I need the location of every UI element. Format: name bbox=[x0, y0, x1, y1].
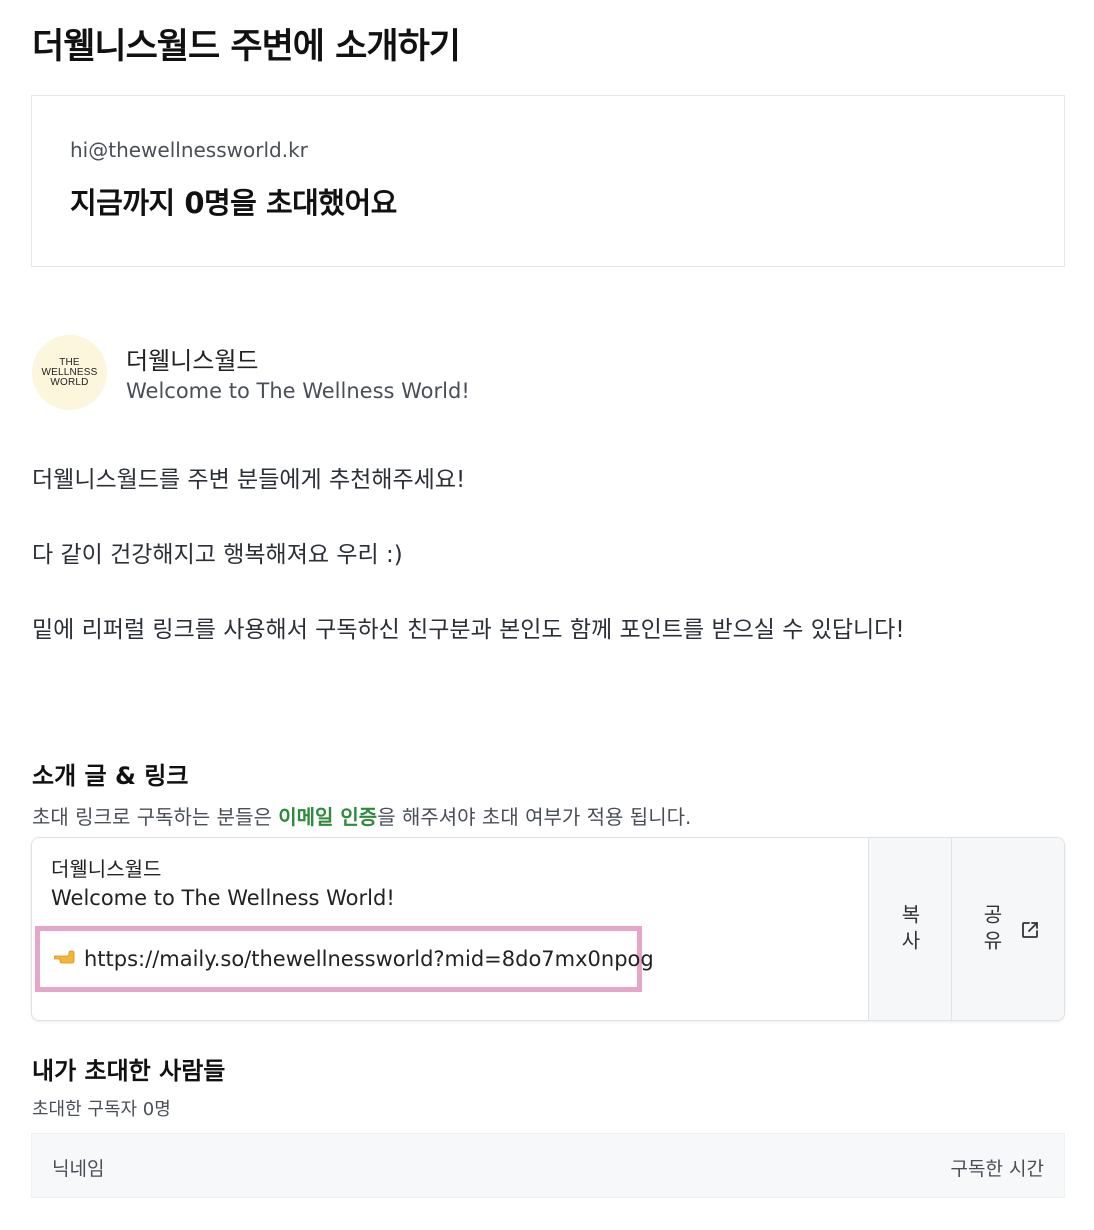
copy-button[interactable]: 복사 bbox=[868, 838, 951, 1020]
email-verification-highlight: 이메일 인증 bbox=[278, 805, 378, 829]
intro-line-3: 밑에 리퍼럴 링크를 사용해서 구독하신 친구분과 본인도 함께 포인트를 받으… bbox=[32, 617, 905, 643]
invited-count: 초대한 구독자 0명 bbox=[32, 1099, 171, 1120]
referral-link-highlight: https://maily.so/thewellnessworld?mid=8d… bbox=[35, 926, 654, 992]
invite-summary: 지금까지 0명을 초대했어요 bbox=[70, 186, 397, 220]
invite-stats-card: hi@thewellnessworld.kr 지금까지 0명을 초대했어요 bbox=[31, 95, 1065, 267]
share-button[interactable]: 공유 bbox=[951, 838, 1064, 1020]
share-text-name: 더웰니스월드 bbox=[51, 857, 162, 881]
intro-line-2: 다 같이 건강해지고 행복해져요 우리 :) bbox=[32, 542, 403, 568]
page-title: 더웰니스월드 주변에 소개하기 bbox=[32, 27, 461, 67]
newsletter-name: 더웰니스월드 bbox=[126, 347, 259, 375]
referral-link[interactable]: https://maily.so/thewellnessworld?mid=8d… bbox=[53, 947, 654, 971]
column-header-nickname: 닉네임 bbox=[52, 1158, 105, 1180]
intro-line-1: 더웰니스월드를 주변 분들에게 추천해주세요! bbox=[32, 467, 466, 493]
share-text-area[interactable]: 더웰니스월드 Welcome to The Wellness World! ht… bbox=[32, 838, 868, 1020]
newsletter-logo: THE WELLNESS WORLD bbox=[32, 335, 107, 410]
external-link-icon bbox=[1019, 919, 1041, 941]
invited-section-title: 내가 초대한 사람들 bbox=[32, 1057, 226, 1085]
newsletter-profile: THE WELLNESS WORLD 더웰니스월드 Welcome to The… bbox=[32, 335, 732, 415]
share-section-title: 소개 글 & 링크 bbox=[32, 762, 189, 790]
invited-table-header: 닉네임 구독한 시간 bbox=[31, 1133, 1065, 1198]
email-verification-notice: 초대 링크로 구독하는 분들은 이메일 인증을 해주셔야 초대 여부가 적용 됩… bbox=[32, 805, 692, 829]
account-email: hi@thewellnessworld.kr bbox=[70, 138, 308, 162]
share-text-description: Welcome to The Wellness World! bbox=[51, 886, 395, 910]
newsletter-description: Welcome to The Wellness World! bbox=[126, 379, 470, 403]
column-header-subscribed-time: 구독한 시간 bbox=[950, 1158, 1044, 1180]
pointing-hand-icon bbox=[53, 949, 78, 970]
share-box: 더웰니스월드 Welcome to The Wellness World! ht… bbox=[31, 837, 1065, 1021]
